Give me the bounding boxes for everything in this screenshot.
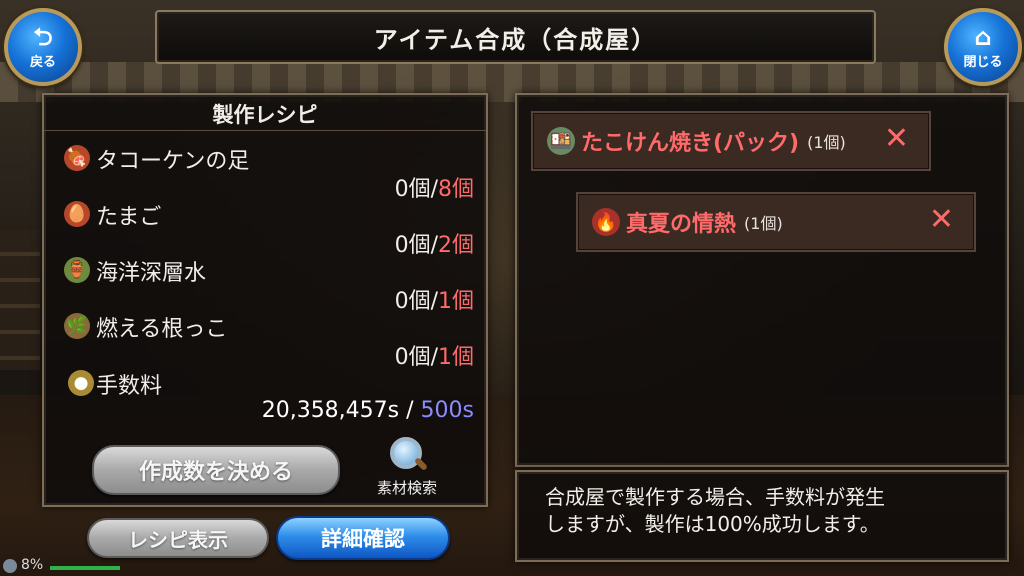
ingredient-name: たまご <box>96 205 162 230</box>
result-item[interactable]: 🔥 真夏の情熱 (1個) ✕ <box>576 192 976 252</box>
status-orb-icon <box>3 559 17 573</box>
home-icon: ⌂ <box>974 22 992 51</box>
flame-crystal-icon: 🔥 <box>592 208 620 236</box>
recipe-show-button[interactable]: レシピ表示 <box>87 518 269 558</box>
fee-row: ● 手数料 20,358,457s / 500s <box>64 368 474 428</box>
close-button[interactable]: ⌂ 閉じる <box>944 8 1022 86</box>
recipe-heading: 製作レシピ <box>212 103 318 127</box>
egg-icon: 🥚 <box>64 201 90 227</box>
decide-quantity-button[interactable]: 作成数を決める <box>92 445 340 495</box>
heading-divider <box>44 130 486 131</box>
back-arrow-icon: ⮌ <box>33 22 53 51</box>
root-icon: 🌿 <box>64 313 90 339</box>
recipe-panel: 製作レシピ 🍖 タコーケンの足 0個/8個 🥚 たまご 0個/2個 🏺 海洋深層… <box>42 93 488 507</box>
result-item-count: (1個) <box>807 133 846 152</box>
result-item-name: 真夏の情熱 <box>626 212 737 237</box>
fee-values: 20,358,457s / 500s <box>261 398 474 423</box>
ingredient-name: タコーケンの足 <box>96 149 250 174</box>
close-button-label: 閉じる <box>963 54 1003 70</box>
magnifier-handle <box>413 456 429 472</box>
ingredient-name: 海洋深層水 <box>96 261 207 286</box>
material-search-label: 素材検索 <box>376 479 437 497</box>
ingredient-quantity: 0個/1個 <box>394 345 474 370</box>
message-text: 合成屋で製作する場合、手数料が発生 しますが、製作は100%成功します。 <box>545 484 995 538</box>
food-pack-icon: 🍱 <box>547 127 575 155</box>
result-item-name: たこけん焼き(パック) <box>581 131 800 156</box>
detail-confirm-button[interactable]: 詳細確認 <box>276 516 450 560</box>
material-search-button[interactable]: 素材検索 <box>366 437 448 499</box>
ingredient-row[interactable]: 🏺 海洋深層水 0個/1個 <box>64 255 474 314</box>
remove-icon[interactable]: ✕ <box>929 202 954 238</box>
water-jar-icon: 🏺 <box>64 257 90 283</box>
page-title: アイテム合成（合成屋） <box>155 10 876 64</box>
ingredient-row[interactable]: 🥚 たまご 0個/2個 <box>64 199 474 258</box>
message-line: しますが、製作は100%成功します。 <box>545 512 880 536</box>
result-item-count: (1個) <box>744 214 783 233</box>
meat-icon: 🍖 <box>64 145 90 171</box>
ingredient-row[interactable]: 🌿 燃える根っこ 0個/1個 <box>64 311 474 370</box>
message-panel: 合成屋で製作する場合、手数料が発生 しますが、製作は100%成功します。 <box>515 470 1009 562</box>
status-percent: 8% <box>21 557 44 573</box>
fee-label: 手数料 <box>96 374 163 399</box>
back-button-label: 戻る <box>29 54 56 70</box>
message-line: 合成屋で製作する場合、手数料が発生 <box>545 485 885 509</box>
remove-icon[interactable]: ✕ <box>884 121 909 157</box>
back-button[interactable]: ⮌ 戻る <box>4 8 82 86</box>
ingredient-row[interactable]: 🍖 タコーケンの足 0個/8個 <box>64 143 474 202</box>
coins-icon: ● <box>68 370 94 396</box>
background-bookshelf <box>0 230 40 370</box>
status-progress-bar <box>50 566 120 570</box>
result-item[interactable]: 🍱 たこけん焼き(パック) (1個) ✕ <box>531 111 931 171</box>
ingredient-name: 燃える根っこ <box>96 317 228 342</box>
